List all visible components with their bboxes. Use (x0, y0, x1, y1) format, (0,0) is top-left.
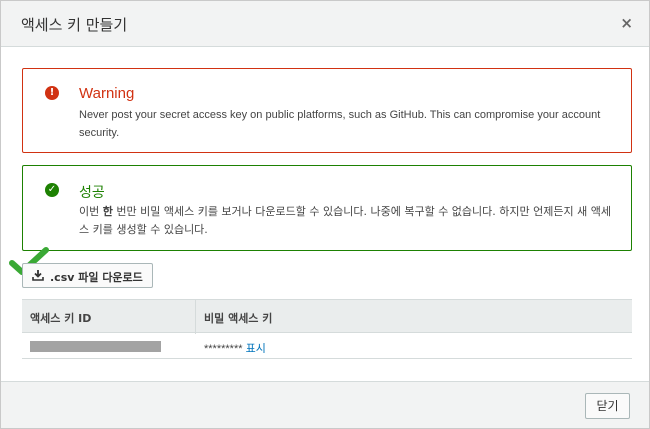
warning-title: Warning (79, 85, 135, 102)
download-csv-label: .csv 파일 다운로드 (50, 271, 143, 284)
create-access-key-dialog: 액세스 키 만들기 × ! Warning Never post your se… (0, 0, 650, 429)
dialog-footer: 닫기 (1, 381, 649, 428)
close-icon[interactable]: × (620, 14, 633, 32)
success-message-prefix: 이번 (79, 205, 103, 218)
check-circle-icon: ✓ (45, 183, 59, 197)
download-csv-button[interactable]: .csv 파일 다운로드 (22, 263, 153, 288)
success-title: 성공 (79, 185, 105, 201)
column-header-access-key-id: 액세스 키 ID (30, 312, 92, 325)
table-header: 액세스 키 ID 비밀 액세스 키 (22, 299, 632, 334)
table-row: ********* 표시 (22, 333, 632, 359)
redacted-access-key-id (30, 341, 161, 352)
column-divider (195, 300, 196, 334)
success-message-emphasis: 한 (102, 205, 113, 218)
close-button[interactable]: 닫기 (585, 393, 630, 419)
secret-access-key-cell: ********* 표시 (204, 340, 266, 356)
dialog-header: 액세스 키 만들기 × (1, 1, 649, 47)
warning-alert: ! Warning Never post your secret access … (22, 68, 632, 153)
column-header-secret-access-key: 비밀 액세스 키 (204, 312, 273, 325)
masked-secret: ********* (204, 343, 243, 355)
success-message: 이번 한 번만 비밀 액세스 키를 보거나 다운로드할 수 있습니다. 나중에 … (79, 203, 619, 239)
download-icon (32, 270, 44, 281)
access-key-table: 액세스 키 ID 비밀 액세스 키 ********* 표시 (22, 299, 632, 361)
warning-message: Never post your secret access key on pub… (79, 109, 601, 139)
success-message-suffix: 번만 비밀 액세스 키를 보거나 다운로드할 수 있습니다. 나중에 복구할 수… (79, 205, 611, 236)
dialog-title: 액세스 키 만들기 (21, 16, 128, 34)
warning-icon: ! (45, 86, 59, 100)
success-alert: ✓ 성공 이번 한 번만 비밀 액세스 키를 보거나 다운로드할 수 있습니다.… (22, 165, 632, 251)
show-secret-link[interactable]: 표시 (246, 342, 266, 355)
